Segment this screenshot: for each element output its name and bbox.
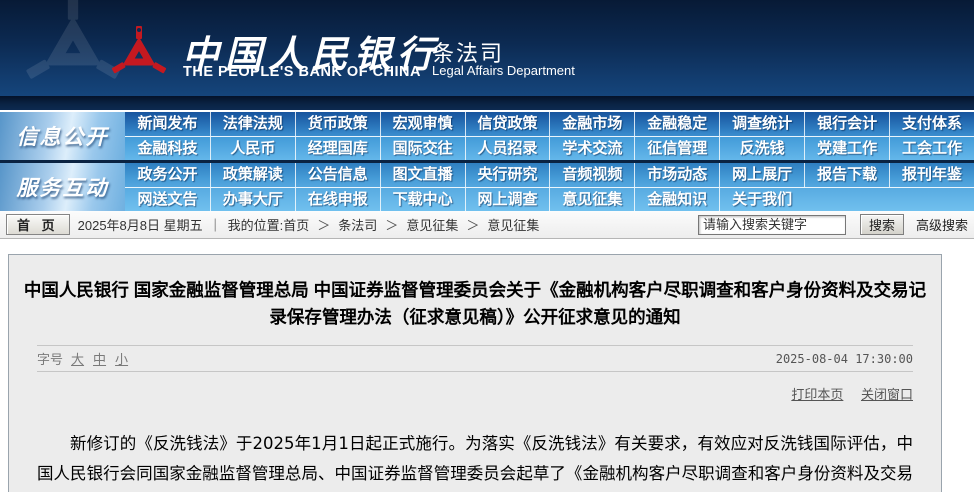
nav-section-info-disclosure: 信息公开 新闻发布法律法规货币政策宏观审慎信贷政策金融市场金融稳定调查统计银行会… (0, 112, 974, 160)
breadcrumb-current: 意见征集 (487, 215, 539, 234)
nav-item[interactable]: 学术交流 (549, 137, 634, 160)
nav-item[interactable]: 网上展厅 (719, 163, 804, 187)
nav-item[interactable]: 人民币 (210, 137, 295, 160)
nav-item[interactable]: 法律法规 (210, 112, 295, 136)
nav-item[interactable]: 经理国库 (295, 137, 380, 160)
bank-name-en: THE PEOPLE'S BANK OF CHINA (183, 64, 421, 80)
nav-item[interactable]: 办事大厅 (210, 188, 295, 211)
nav-item[interactable]: 公告信息 (295, 163, 380, 187)
nav-item[interactable]: 关于我们 (719, 188, 804, 211)
page-title: 中国人民银行 国家金融监督管理总局 中国证券监督管理委员会关于《金融机构客户尽职… (9, 255, 941, 345)
nav-item[interactable]: 报告下载 (804, 163, 889, 187)
nav-item[interactable]: 音频视频 (549, 163, 634, 187)
article-meta-row: 字号 大 中 小 2025-08-04 17:30:00 (37, 345, 913, 372)
article-content-box: 中国人民银行 国家金融监督管理总局 中国证券监督管理委员会关于《金融机构客户尽职… (8, 254, 942, 492)
nav-item[interactable]: 支付体系 (889, 112, 974, 136)
nav-section-services: 服务互动 政务公开政策解读公告信息图文直播央行研究音频视频市场动态网上展厅报告下… (0, 160, 974, 211)
nav-item[interactable]: 金融知识 (634, 188, 719, 211)
nav-item[interactable]: 报刊年鉴 (889, 163, 974, 187)
nav-item[interactable]: 反洗钱 (719, 137, 804, 160)
nav-item[interactable]: 网送文告 (125, 188, 210, 211)
pbc-logo-icon (107, 24, 171, 88)
close-window-link[interactable]: 关闭窗口 (861, 387, 913, 402)
breadcrumb-link-dept[interactable]: 条法司 (338, 215, 377, 234)
nav-item[interactable]: 货币政策 (295, 112, 380, 136)
nav-item[interactable]: 意见征集 (549, 188, 634, 211)
search-button[interactable]: 搜索 (860, 214, 904, 235)
nav-item[interactable]: 新闻发布 (125, 112, 210, 136)
nav-item[interactable]: 金融市场 (549, 112, 634, 136)
nav-item[interactable]: 政策解读 (210, 163, 295, 187)
nav-item[interactable]: 金融稳定 (634, 112, 719, 136)
nav-item[interactable]: 宏观审慎 (380, 112, 465, 136)
site-header: 中国人民银行 THE PEOPLE'S BANK OF CHINA 条法司 Le… (0, 0, 974, 96)
department-name-en: Legal Affairs Department (432, 63, 575, 78)
breadcrumb: 2025年8月8日 星期五 ｜ 我的位置:首页 ＞ 条法司 ＞ 意见征集 ＞ 意… (78, 215, 540, 234)
nav-item[interactable]: 在线申报 (295, 188, 380, 211)
current-date: 2025年8月8日 星期五 (78, 215, 203, 234)
nav-item[interactable]: 市场动态 (634, 163, 719, 187)
article-paragraph: 新修订的《反洗钱法》于2025年1月1日起正式施行。为落实《反洗钱法》有关要求，… (37, 429, 913, 492)
nav-item[interactable]: 金融科技 (125, 137, 210, 160)
nav-item[interactable]: 党建工作 (804, 137, 889, 160)
font-size-label: 字号 (37, 349, 63, 368)
font-size-large-button[interactable]: 大 (71, 349, 84, 368)
nav-item[interactable]: 调查统计 (719, 112, 804, 136)
breadcrumb-bar: 首 页 2025年8月8日 星期五 ｜ 我的位置:首页 ＞ 条法司 ＞ 意见征集… (0, 211, 974, 239)
nav-item[interactable]: 人员招录 (465, 137, 550, 160)
nav-item[interactable]: 银行会计 (804, 112, 889, 136)
main-navigation: 信息公开 新闻发布法律法规货币政策宏观审慎信贷政策金融市场金融稳定调查统计银行会… (0, 110, 974, 211)
nav-section-label-info[interactable]: 信息公开 (0, 112, 125, 160)
breadcrumb-link-section[interactable]: 意见征集 (406, 215, 458, 234)
publish-timestamp: 2025-08-04 17:30:00 (776, 352, 913, 366)
nav-item[interactable]: 政务公开 (125, 163, 210, 187)
nav-item[interactable]: 征信管理 (634, 137, 719, 160)
nav-item[interactable]: 央行研究 (465, 163, 550, 187)
nav-item[interactable]: 国际交往 (380, 137, 465, 160)
nav-item[interactable]: 工会工作 (889, 137, 974, 160)
header-divider-strip (0, 96, 974, 110)
breadcrumb-separator: ＞ (383, 215, 400, 234)
font-size-small-button[interactable]: 小 (115, 349, 128, 368)
nav-item[interactable]: 信贷政策 (465, 112, 550, 136)
home-button[interactable]: 首 页 (6, 214, 70, 235)
breadcrumb-divider: ｜ (209, 215, 222, 234)
breadcrumb-separator: ＞ (315, 215, 332, 234)
advanced-search-link[interactable]: 高级搜索 (916, 215, 968, 234)
font-size-medium-button[interactable]: 中 (93, 349, 106, 368)
nav-item[interactable]: 图文直播 (380, 163, 465, 187)
nav-item[interactable]: 下载中心 (380, 188, 465, 211)
article-actions-row: 打印本页 关闭窗口 (37, 384, 913, 403)
nav-item[interactable]: 网上调查 (465, 188, 550, 211)
nav-section-label-services[interactable]: 服务互动 (0, 163, 125, 211)
search-input[interactable] (698, 215, 846, 235)
print-page-link[interactable]: 打印本页 (791, 387, 843, 402)
breadcrumb-separator: ＞ (464, 215, 481, 234)
location-label[interactable]: 我的位置:首页 (228, 215, 310, 234)
